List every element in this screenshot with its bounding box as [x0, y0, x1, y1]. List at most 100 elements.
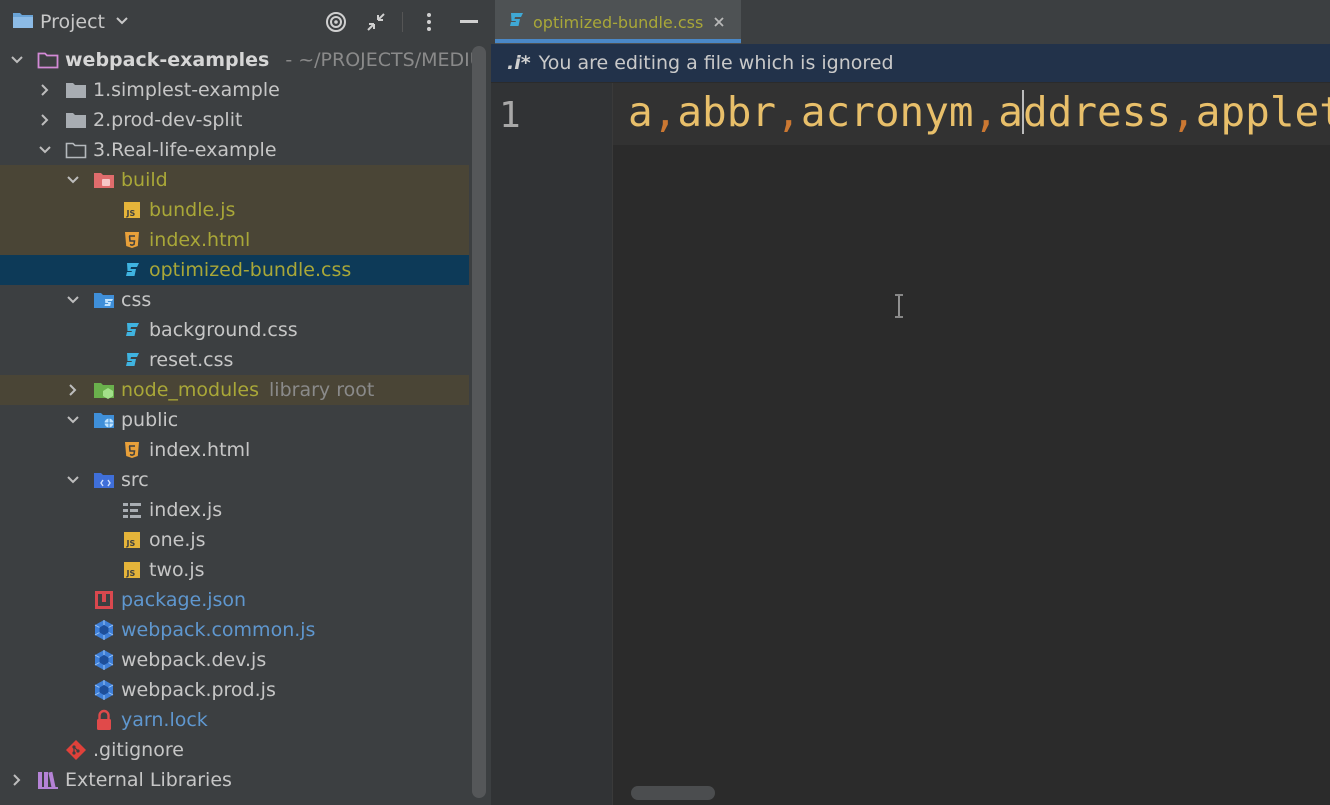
tree-item[interactable]: public	[0, 405, 469, 435]
tree-item[interactable]: index.js	[0, 495, 469, 525]
tree-item-text: background.css	[149, 319, 298, 341]
tree-item[interactable]: webpack-examples - ~/PROJECTS/MEDIU	[0, 45, 484, 75]
tree-item[interactable]: JS two.js	[0, 555, 469, 585]
tree-item[interactable]: index.html	[0, 435, 469, 465]
tree-item[interactable]: package.json	[0, 585, 469, 615]
tree-item[interactable]: index.html	[0, 225, 469, 255]
tree-item[interactable]: JS bundle.js	[0, 195, 469, 225]
tree-item-label: bundle.js	[149, 199, 235, 221]
webpack-icon	[93, 679, 115, 701]
lock-icon	[93, 709, 115, 731]
project-view-selector[interactable]: Project	[12, 10, 129, 34]
tree-item-text: webpack-examples	[65, 49, 270, 71]
tree-item-label: css	[121, 289, 151, 311]
chevron-right-icon[interactable]	[7, 770, 27, 790]
tree-item-label: build	[121, 169, 168, 191]
active-tab-indicator	[495, 39, 741, 43]
html-file-icon	[121, 229, 143, 251]
tree-item-text: two.js	[149, 559, 205, 581]
tree-item-text: package.json	[121, 589, 247, 611]
chevron-right-icon[interactable]	[35, 110, 55, 130]
svg-text:JS: JS	[126, 539, 136, 548]
tree-item[interactable]: src	[0, 465, 469, 495]
webpack-icon	[93, 619, 115, 641]
folder-open-icon	[65, 139, 87, 161]
tree-item[interactable]: yarn.lock	[0, 705, 469, 735]
tree-item[interactable]: build	[0, 165, 469, 195]
tree-item[interactable]: JS one.js	[0, 525, 469, 555]
code-selector-token: abbr	[677, 88, 777, 136]
node-modules-icon	[93, 379, 115, 401]
tree-item[interactable]: reset.css	[0, 345, 469, 375]
tree-item[interactable]: optimized-bundle.css	[0, 255, 469, 285]
tree-item[interactable]: node_modules library root	[0, 375, 469, 405]
chevron-down-icon[interactable]	[63, 470, 83, 490]
editor-tab-bar: optimized-bundle.css	[491, 0, 1330, 44]
tree-item-label: index.html	[149, 439, 250, 461]
tab-optimized-bundle-css[interactable]: optimized-bundle.css	[495, 0, 741, 44]
css-file-icon	[121, 259, 143, 281]
tree-item[interactable]: External Libraries	[0, 765, 469, 795]
project-title: Project	[40, 11, 106, 33]
tree-vertical-scrollbar[interactable]	[472, 46, 486, 798]
tree-item-text: optimized-bundle.css	[149, 259, 352, 281]
git-icon	[65, 739, 87, 761]
js-file-icon: JS	[121, 559, 143, 581]
code-line[interactable]: a,abbr,acronym,address,applet	[628, 88, 1330, 136]
tree-item-label: External Libraries	[65, 769, 232, 791]
tree-item-label: reset.css	[149, 349, 233, 371]
line-number: 1	[499, 95, 521, 136]
npm-icon	[93, 589, 115, 611]
tree-item-text: public	[121, 409, 179, 431]
banner-text: You are editing a file which is ignored	[538, 52, 894, 74]
chevron-right-icon[interactable]	[35, 80, 55, 100]
text-cursor-icon	[892, 294, 906, 318]
tree-item-text: one.js	[149, 529, 206, 551]
webpack-icon	[93, 649, 115, 671]
project-toolbar: Project	[0, 0, 491, 44]
ignore-file-icon: .i*	[507, 52, 531, 74]
svg-text:JS: JS	[126, 209, 136, 218]
tree-item-text: css	[121, 289, 152, 311]
code-punctuation: ,	[973, 88, 999, 136]
chevron-down-icon[interactable]	[63, 290, 83, 310]
chevron-down-icon[interactable]	[7, 50, 27, 70]
tree-item[interactable]: webpack.dev.js	[0, 645, 469, 675]
locate-icon[interactable]	[324, 10, 348, 34]
hide-icon[interactable]	[457, 10, 481, 34]
library-root-label: library root	[269, 379, 375, 401]
close-icon[interactable]	[713, 13, 725, 32]
project-folder-icon	[12, 10, 34, 35]
css-file-icon	[121, 319, 143, 341]
html-file-icon	[121, 439, 143, 461]
more-icon[interactable]	[417, 10, 441, 34]
folder-icon	[65, 109, 87, 131]
editor: optimized-bundle.css .i* You are editing…	[491, 0, 1330, 805]
chevron-down-icon[interactable]	[63, 170, 83, 190]
chevron-right-icon[interactable]	[63, 380, 83, 400]
collapse-icon[interactable]	[364, 10, 388, 34]
tree-item-text: 3.Real-life-example	[93, 139, 277, 161]
project-path-hint: - ~/PROJECTS/MEDIU	[285, 49, 484, 71]
ignored-file-banner: .i* You are editing a file which is igno…	[491, 44, 1330, 82]
tree-item[interactable]: css	[0, 285, 469, 315]
tree-item[interactable]: 2.prod-dev-split	[0, 105, 469, 135]
tree-item-label: src	[121, 469, 149, 491]
css-folder-icon	[93, 289, 115, 311]
tree-item-text: webpack.dev.js	[121, 649, 267, 671]
tree-item-label: index.html	[149, 229, 250, 251]
code-punctuation: ,	[1171, 88, 1196, 136]
tree-item-label: 2.prod-dev-split	[93, 109, 242, 131]
tree-item[interactable]: webpack.prod.js	[0, 675, 469, 705]
chevron-down-icon[interactable]	[63, 410, 83, 430]
code-punctuation: ,	[776, 88, 801, 136]
tree-item[interactable]: 1.simplest-example	[0, 75, 469, 105]
tree-item[interactable]: 3.Real-life-example	[0, 135, 469, 165]
editor-horizontal-scrollbar[interactable]	[631, 786, 715, 800]
tree-item-label: 1.simplest-example	[93, 79, 280, 101]
chevron-down-icon[interactable]	[35, 140, 55, 160]
tree-item[interactable]: webpack.common.js	[0, 615, 469, 645]
tree-item[interactable]: .gitignore	[0, 735, 469, 765]
tree-item[interactable]: background.css	[0, 315, 469, 345]
code-selector-token: a	[998, 88, 1023, 136]
